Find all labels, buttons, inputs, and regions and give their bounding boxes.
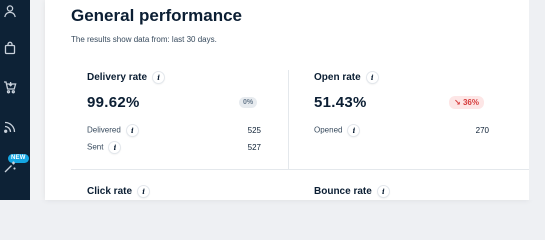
cart-icon[interactable] [3, 80, 17, 94]
open-rate-change-badge: ↘ 36% [449, 96, 484, 109]
arrow-down-right-icon: ↘ [454, 98, 461, 107]
rss-icon[interactable] [3, 120, 17, 134]
magic-wand-icon[interactable] [3, 160, 17, 174]
open-rate-title: Open rate [314, 72, 361, 84]
info-icon[interactable]: i [126, 125, 138, 136]
info-icon[interactable]: i [153, 72, 165, 83]
page-title: General performance [71, 6, 243, 25]
sent-label: Sent i [87, 142, 121, 153]
bounce-rate-label: Bounce rate i [314, 186, 389, 197]
info-icon[interactable]: i [366, 72, 378, 83]
page-background-edge [529, 0, 545, 200]
general-performance-card: General performance The results show dat… [45, 0, 529, 200]
opened-label-text: Opened [314, 125, 343, 135]
delivered-label-text: Delivered [87, 125, 121, 135]
opened-label: Opened i [314, 125, 360, 136]
delivery-rate-label: Delivery rate i [87, 72, 165, 84]
sidebar: NEW [0, 0, 30, 200]
delivered-label: Delivered i [87, 125, 138, 136]
open-rate-change-text: 36% [462, 98, 479, 107]
sent-label-text: Sent [87, 142, 104, 152]
opened-value: 270 [475, 126, 489, 135]
info-icon[interactable]: i [348, 125, 360, 136]
delivery-rate-change-badge: 0% [239, 97, 258, 108]
sent-value: 527 [247, 143, 261, 152]
info-icon[interactable]: i [109, 142, 121, 153]
bounce-rate-title: Bounce rate [314, 186, 372, 198]
delivered-value: 525 [247, 126, 261, 135]
delivery-rate-value: 99.62% [87, 94, 140, 111]
column-divider [288, 70, 289, 170]
info-icon[interactable]: i [138, 186, 150, 197]
open-rate-value: 51.43% [314, 94, 367, 111]
date-range-subtitle: The results show data from: last 30 days… [71, 35, 217, 44]
open-rate-label: Open rate i [314, 72, 378, 83]
info-icon[interactable]: i [377, 186, 389, 197]
content-gutter [30, 0, 45, 200]
click-rate-label: Click rate i [87, 186, 150, 198]
delivery-rate-title: Delivery rate [87, 72, 148, 84]
row-divider [71, 169, 529, 170]
user-icon[interactable] [3, 4, 17, 18]
shopping-bag-icon[interactable] [3, 41, 17, 55]
click-rate-title: Click rate [87, 186, 133, 198]
